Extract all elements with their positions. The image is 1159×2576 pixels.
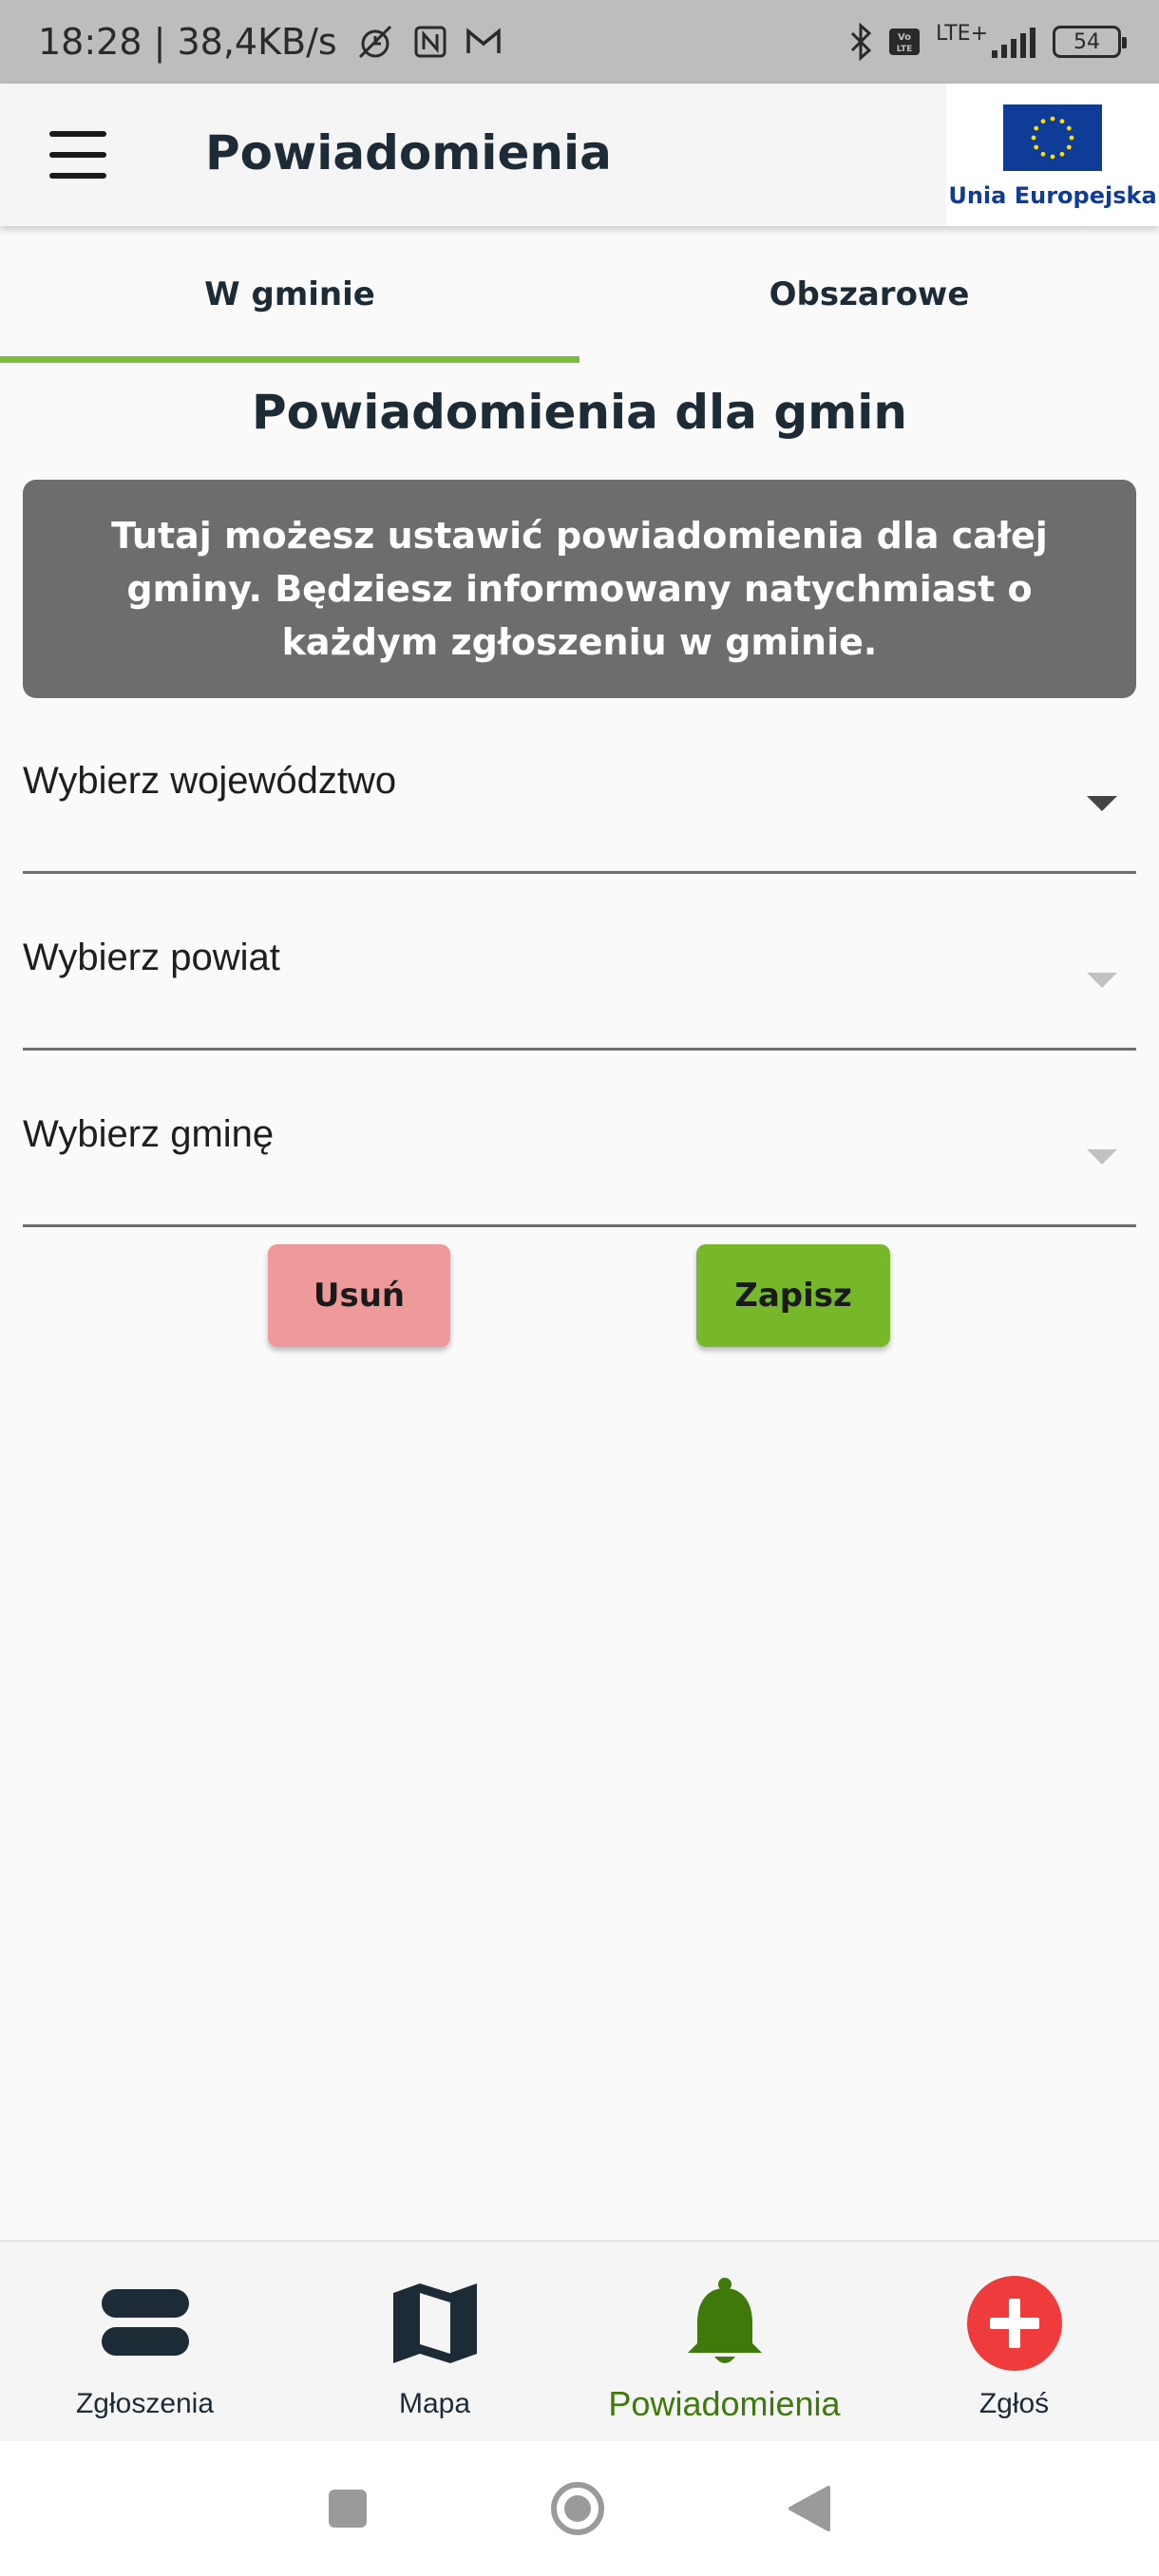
page-title: Powiadomienia	[205, 125, 612, 180]
tab-w-gminie[interactable]: W gminie	[0, 226, 580, 363]
delete-button[interactable]: Usuń	[268, 1244, 450, 1347]
home-icon[interactable]	[549, 2480, 606, 2537]
section-title: Powiadomienia dla gmin	[252, 385, 907, 440]
battery-icon: 54	[1053, 26, 1127, 58]
bottom-nav: Zgłoszenia Mapa Powiadomienia Zgłoś	[0, 2240, 1159, 2441]
tab-bar: W gminie Obszarowe	[0, 226, 1159, 363]
menu-icon[interactable]	[49, 131, 106, 179]
status-right: Vo LTE LTE+ 54	[848, 21, 1127, 61]
bluetooth-icon	[848, 23, 873, 61]
app-bar: Powiadomienia Unia Europejska	[0, 84, 1159, 226]
municipality-select[interactable]: Wybierz gminę	[23, 1113, 1136, 1227]
volte-icon: Vo LTE	[888, 28, 921, 56]
bell-icon	[684, 2276, 766, 2371]
nav-item-report[interactable]: Zgłoś	[869, 2242, 1159, 2441]
nav-label-map: Mapa	[398, 2388, 471, 2419]
svg-text:Vo: Vo	[898, 32, 911, 43]
eu-logo: Unia Europejska	[946, 84, 1159, 226]
info-text: Tutaj możesz ustawić powiadomienia dla c…	[111, 515, 1048, 663]
save-button[interactable]: Zapisz	[696, 1244, 890, 1347]
voivodeship-select-placeholder: Wybierz województwo	[23, 760, 397, 802]
nav-label-notifications: Powiadomienia	[608, 2384, 841, 2423]
status-time-speed: 18:28 | 38,4KB/s	[38, 21, 337, 63]
back-icon[interactable]	[787, 2484, 832, 2533]
dropdown-arrow-icon	[1087, 973, 1117, 988]
nav-item-notifications[interactable]: Powiadomienia	[580, 2242, 869, 2441]
gmail-icon	[465, 28, 503, 56]
voivodeship-select[interactable]: Wybierz województwo	[23, 760, 1136, 874]
status-left: 18:28 | 38,4KB/s	[38, 21, 503, 63]
dropdown-arrow-icon	[1087, 796, 1117, 811]
nav-label-reports: Zgłoszenia	[75, 2388, 215, 2419]
nav-label-report: Zgłoś	[978, 2388, 1050, 2419]
nav-item-map[interactable]: Mapa	[290, 2242, 580, 2441]
nav-item-reports[interactable]: Zgłoszenia	[0, 2242, 290, 2441]
nfc-icon	[413, 25, 447, 59]
system-nav-bar	[0, 2441, 1159, 2576]
info-banner: Tutaj możesz ustawić powiadomienia dla c…	[23, 480, 1136, 698]
reports-icon	[101, 2276, 189, 2371]
status-bar: 18:28 | 38,4KB/s Vo LTE LTE+ 54	[0, 0, 1159, 84]
municipality-select-placeholder: Wybierz gminę	[23, 1113, 275, 1155]
county-select-placeholder: Wybierz powiat	[23, 937, 280, 978]
add-report-icon	[965, 2276, 1064, 2371]
network-type: LTE+	[936, 21, 988, 46]
recent-apps-icon[interactable]	[327, 2488, 369, 2529]
svg-text:LTE: LTE	[897, 45, 913, 54]
battery-level: 54	[1074, 29, 1100, 54]
map-icon	[391, 2276, 479, 2371]
alarm-off-icon	[354, 23, 396, 61]
eu-label: Unia Europejska	[948, 182, 1157, 209]
dropdown-arrow-icon	[1087, 1149, 1117, 1165]
signal-icon	[990, 26, 1037, 58]
tab-obszarowe[interactable]: Obszarowe	[580, 226, 1159, 363]
county-select[interactable]: Wybierz powiat	[23, 937, 1136, 1051]
eu-flag-icon	[1003, 104, 1102, 171]
